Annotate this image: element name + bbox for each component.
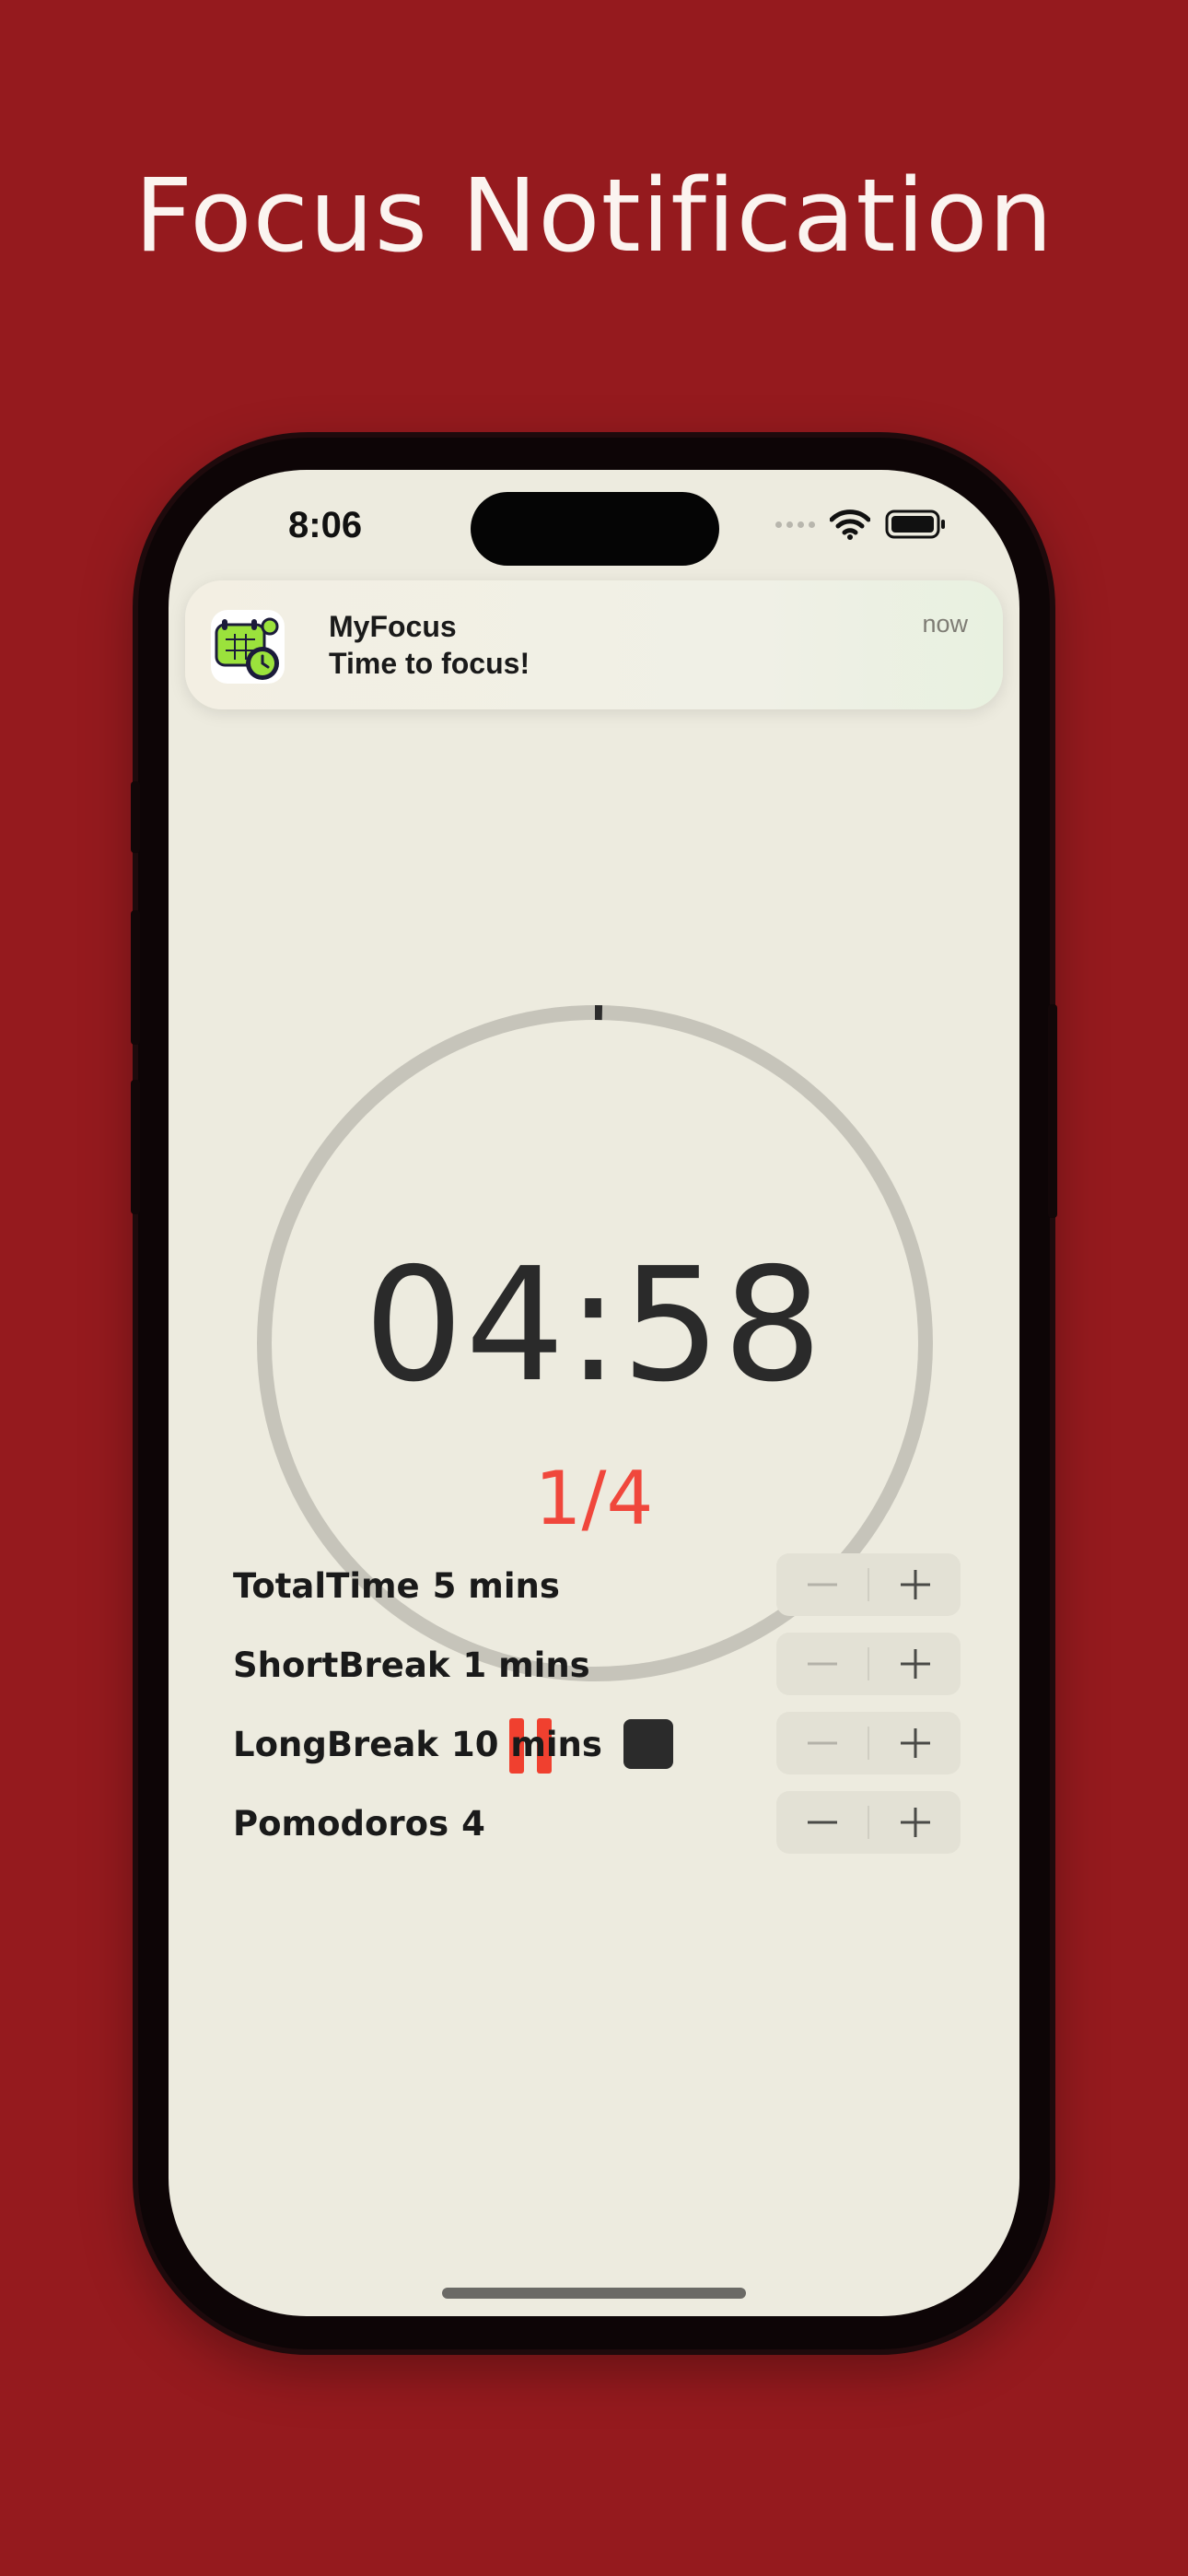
- status-icons: [775, 509, 946, 540]
- increment-button[interactable]: [869, 1791, 961, 1854]
- volume-up-button: [131, 910, 140, 1045]
- volume-down-button: [131, 1080, 140, 1214]
- setting-label: Pomodoros 4: [233, 1804, 485, 1844]
- setting-label: ShortBreak 1 mins: [233, 1645, 590, 1685]
- minus-icon: [807, 1662, 837, 1666]
- setting-name: TotalTime: [233, 1566, 420, 1606]
- setting-row-longbreak: LongBreak 10 mins: [233, 1712, 961, 1776]
- status-time: 8:06: [288, 505, 363, 545]
- notification-message: Time to focus!: [329, 647, 530, 680]
- session-counter: 1/4: [534, 1456, 654, 1541]
- wifi-icon: [830, 509, 870, 540]
- dynamic-island: [471, 492, 719, 566]
- decrement-button[interactable]: [776, 1553, 868, 1616]
- focus-notification[interactable]: MyFocus Time to focus! now: [185, 580, 1003, 709]
- setting-name: LongBreak: [233, 1725, 438, 1764]
- increment-button[interactable]: [869, 1553, 961, 1616]
- setting-name: ShortBreak: [233, 1645, 450, 1685]
- setting-value: 5 mins: [432, 1566, 560, 1606]
- decrement-button[interactable]: [776, 1633, 868, 1695]
- power-button: [1048, 1004, 1057, 1218]
- cellular-icon: [775, 521, 815, 528]
- notification-time: now: [922, 610, 968, 638]
- decrement-button[interactable]: [776, 1791, 868, 1854]
- setting-stepper: [776, 1553, 961, 1616]
- setting-stepper: [776, 1633, 961, 1695]
- setting-stepper: [776, 1791, 961, 1854]
- setting-label: TotalTime 5 mins: [233, 1566, 560, 1606]
- notification-app-name: MyFocus: [329, 610, 457, 643]
- myfocus-app-icon: [211, 610, 285, 684]
- increment-button[interactable]: [869, 1712, 961, 1774]
- decrement-button[interactable]: [776, 1712, 868, 1774]
- setting-value: 10 mins: [450, 1725, 602, 1764]
- setting-row-totaltime: TotalTime 5 mins: [233, 1553, 961, 1618]
- setting-name: Pomodoros: [233, 1804, 449, 1844]
- plus-icon: [900, 1649, 930, 1679]
- headline: Focus Notification: [134, 157, 1054, 275]
- increment-button[interactable]: [869, 1633, 961, 1695]
- minus-icon: [807, 1583, 837, 1587]
- plus-icon: [900, 1570, 930, 1599]
- plus-icon: [900, 1728, 930, 1758]
- minus-icon: [807, 1821, 837, 1824]
- setting-value: 4: [461, 1804, 485, 1844]
- setting-row-pomodoros: Pomodoros 4: [233, 1791, 961, 1856]
- phone-screen: 8:06 MyFocus Time to focus! now 04:58 1/…: [169, 470, 1019, 2316]
- setting-value: 1 mins: [462, 1645, 590, 1685]
- action-button: [131, 781, 140, 853]
- setting-label: LongBreak 10 mins: [233, 1725, 602, 1764]
- home-indicator[interactable]: [442, 2288, 746, 2299]
- setting-stepper: [776, 1712, 961, 1774]
- timer-display: 04:58: [364, 1235, 824, 1417]
- setting-row-shortbreak: ShortBreak 1 mins: [233, 1633, 961, 1697]
- battery-icon: [885, 509, 945, 539]
- minus-icon: [807, 1741, 837, 1745]
- plus-icon: [900, 1808, 930, 1837]
